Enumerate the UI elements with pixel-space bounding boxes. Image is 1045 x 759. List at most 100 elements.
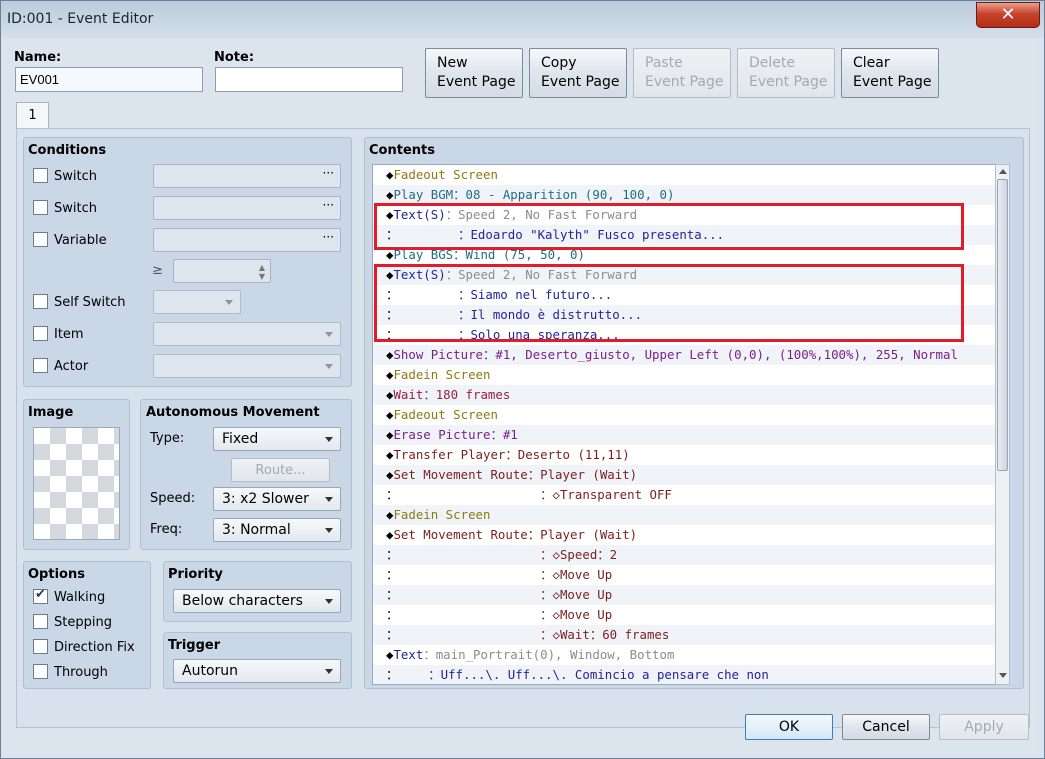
actor-select[interactable] <box>153 354 341 378</box>
command-bullet-icon: ◆ <box>386 647 394 662</box>
switch1-checkbox[interactable] <box>33 168 48 183</box>
command-row[interactable]: ◆Text：main_Portrait(0), Window, Bottom <box>373 645 995 665</box>
command-bullet-icon: ◆ <box>386 527 394 542</box>
contents-scrollbar[interactable] <box>995 164 1010 685</box>
trigger-select[interactable]: Autorun <box>173 659 341 683</box>
command-params: ：Player (Wait) <box>527 467 638 482</box>
options-group: Options Walking Stepping Direction Fix T… <box>23 561 151 689</box>
command-name: ： <box>386 567 399 582</box>
command-params: ：08 - Apparition (90, 100, 0) <box>453 187 675 202</box>
variable-value-stepper[interactable]: ▲ ▼ <box>173 259 271 283</box>
command-row[interactable]: ◆Set Movement Route：Player (Wait) <box>373 525 995 545</box>
command-name: ◆Wait <box>386 387 424 402</box>
actor-checkbox[interactable] <box>33 358 48 373</box>
chevron-down-icon <box>325 528 333 533</box>
trigger-group: Trigger Autorun <box>163 632 352 689</box>
item-checkbox[interactable] <box>33 326 48 341</box>
walking-checkbox[interactable] <box>33 587 48 604</box>
command-row[interactable]: ◆Play BGM：08 - Apparition (90, 100, 0) <box>373 185 995 205</box>
scroll-down-icon[interactable] <box>999 673 1007 678</box>
ok-button[interactable]: OK <box>745 714 833 740</box>
command-row[interactable]: ： ：◇Transparent OFF <box>373 485 995 505</box>
note-input[interactable] <box>215 67 403 92</box>
command-row[interactable]: ： ：◇Move Up <box>373 585 995 605</box>
priority-group: Priority Below characters <box>163 561 352 622</box>
variable-checkbox[interactable] <box>33 232 48 247</box>
switch1-field[interactable]: ··· <box>153 164 341 188</box>
apply-button[interactable]: Apply <box>939 714 1029 740</box>
scroll-up-icon[interactable] <box>999 169 1007 174</box>
command-row[interactable]: ◆Fadeout Screen <box>373 405 995 425</box>
clear-event-page-button[interactable]: Clear Event Page <box>841 48 939 98</box>
command-row[interactable]: ◆Show Picture：#1, Deserto_giusto, Upper … <box>373 345 995 365</box>
command-name: ： <box>386 547 399 562</box>
command-bullet-icon: ◆ <box>386 367 394 382</box>
new-button-line1: New <box>437 55 468 71</box>
command-row[interactable]: ◆Fadeout Screen <box>373 165 995 185</box>
tab-page-1[interactable]: 1 <box>16 102 49 129</box>
command-row[interactable]: ◆Transfer Player：Deserto (11,11) <box>373 445 995 465</box>
event-image-preview[interactable] <box>33 427 120 540</box>
freq-label: Freq: <box>150 522 183 537</box>
command-row[interactable]: ： ：◇Speed：2 <box>373 545 995 565</box>
new-event-page-button[interactable]: New Event Page <box>425 48 523 98</box>
command-bullet-icon: ◆ <box>386 447 394 462</box>
command-params: ：Deserto (11,11) <box>505 447 630 462</box>
copy-event-page-button[interactable]: Copy Event Page <box>529 48 627 98</box>
close-button[interactable]: ✕ <box>976 2 1040 28</box>
command-row[interactable]: ◆Wait：180 frames <box>373 385 995 405</box>
command-name: ◆Set Movement Route <box>386 467 528 482</box>
direction-fix-label: Direction Fix <box>54 640 135 655</box>
image-title: Image <box>28 405 74 420</box>
contents-title: Contents <box>369 143 435 158</box>
command-params: ：180 frames <box>423 387 511 402</box>
command-params: ：Player (Wait) <box>527 527 638 542</box>
name-input[interactable] <box>15 67 203 92</box>
cancel-button[interactable]: Cancel <box>842 714 930 740</box>
command-row[interactable]: ： ：◇Move Up <box>373 565 995 585</box>
command-name: ◆Fadeout Screen <box>386 407 498 422</box>
stepping-checkbox[interactable] <box>33 614 48 629</box>
item-label: Item <box>54 327 84 342</box>
type-label: Type: <box>150 431 185 446</box>
delete-event-page-button[interactable]: Delete Event Page <box>737 48 835 98</box>
command-params: ：#1 <box>490 427 518 442</box>
command-name: ◆Set Movement Route <box>386 527 528 542</box>
stepper-down-icon[interactable]: ▼ <box>259 272 265 281</box>
command-row[interactable]: ： ：◇Move Up <box>373 605 995 625</box>
name-label: Name: <box>14 50 62 65</box>
through-checkbox[interactable] <box>33 664 48 679</box>
command-row[interactable]: ： ：Uff...\. Uff...\. Comincio a pensare … <box>373 665 995 684</box>
paste-event-page-button[interactable]: Paste Event Page <box>633 48 731 98</box>
command-row[interactable]: ◆Fadein Screen <box>373 365 995 385</box>
command-name: ◆Show Picture <box>386 347 483 362</box>
stepper-up-icon[interactable]: ▲ <box>259 263 265 272</box>
command-row[interactable]: ◆Set Movement Route：Player (Wait) <box>373 465 995 485</box>
command-row[interactable]: ： ：◇Wait：60 frames <box>373 625 995 645</box>
movement-type-select[interactable]: Fixed <box>213 427 341 451</box>
command-params: ：main_Portrait(0), Window, Bottom <box>423 647 675 662</box>
command-row[interactable]: ◆Fadein Screen <box>373 505 995 525</box>
self-switch-select[interactable] <box>153 290 241 314</box>
command-bullet-icon: ◆ <box>386 467 394 482</box>
switch2-checkbox[interactable] <box>33 200 48 215</box>
command-name: ： <box>386 487 399 502</box>
route-button[interactable]: Route... <box>231 458 330 482</box>
title-bar[interactable]: ID:001 - Event Editor ✕ <box>1 1 1044 38</box>
item-select[interactable] <box>153 322 341 346</box>
priority-select[interactable]: Below characters <box>173 589 341 613</box>
scroll-thumb[interactable] <box>997 179 1008 471</box>
command-row[interactable]: ◆Erase Picture：#1 <box>373 425 995 445</box>
self-switch-checkbox[interactable] <box>33 294 48 309</box>
movement-freq-select[interactable]: 3: Normal <box>213 518 341 542</box>
direction-fix-checkbox[interactable] <box>33 639 48 654</box>
chevron-down-icon <box>225 300 233 305</box>
variable-dots: ··· <box>322 230 334 244</box>
chevron-down-icon <box>325 497 333 502</box>
variable-field[interactable]: ··· <box>153 228 341 252</box>
copy-button-line2: Event Page <box>541 74 620 90</box>
autonomous-movement-group: Autonomous Movement Type: Fixed Route...… <box>140 399 352 550</box>
command-name: ： <box>386 627 399 642</box>
switch2-field[interactable]: ··· <box>153 196 341 220</box>
movement-speed-select[interactable]: 3: x2 Slower <box>213 487 341 511</box>
